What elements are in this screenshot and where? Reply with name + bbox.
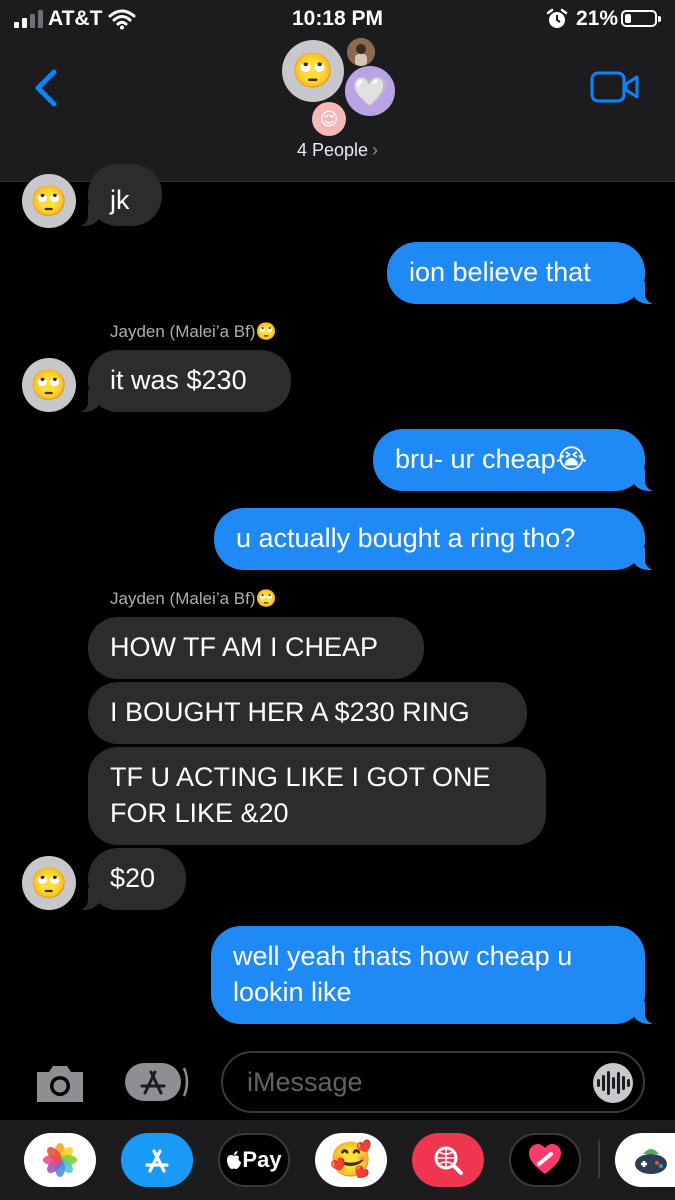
waveform-icon[interactable]: [593, 1063, 633, 1103]
message-text: HOW TF AM I CHEAP: [110, 632, 379, 662]
message-text: it was $230: [110, 365, 247, 395]
drawer-divider: [598, 1140, 600, 1178]
app-store-icon[interactable]: [124, 1062, 190, 1102]
outgoing-message[interactable]: ion believe that: [387, 242, 661, 304]
camera-icon[interactable]: [33, 1062, 87, 1104]
group-avatar-blush: 😌: [312, 102, 346, 136]
facetime-video-icon[interactable]: [590, 70, 640, 104]
message-text: TF U ACTING LIKE I GOT ONE FOR LIKE &20: [110, 762, 491, 828]
message-input-placeholder: iMessage: [247, 1067, 363, 1097]
outgoing-message[interactable]: bru- ur cheap😭: [373, 429, 661, 491]
memoji-face: 🥰: [329, 1141, 373, 1179]
conversation-header: AT&T 10:18 PM 21% 🙄 🤍 😌 4 People ›: [0, 0, 675, 182]
message-text: well yeah thats how cheap u lookin like: [233, 941, 573, 1007]
digital-touch-app-icon[interactable]: [509, 1133, 581, 1187]
sender-name: Jayden (Malei’a Bf)🙄: [110, 322, 277, 341]
battery-icon: [621, 10, 661, 27]
sender-name: Jayden (Malei’a Bf)🙄: [110, 589, 277, 608]
message-text: ion believe that: [409, 257, 591, 287]
back-chevron-icon[interactable]: [28, 66, 68, 110]
web-search-app-icon[interactable]: [412, 1133, 484, 1187]
group-avatar-photo: [347, 38, 375, 66]
app-store-app-icon[interactable]: [121, 1133, 193, 1187]
photos-app-icon[interactable]: [24, 1133, 96, 1187]
incoming-message[interactable]: I BOUGHT HER A $230 RING: [88, 682, 527, 744]
message-text: $20: [110, 863, 156, 893]
status-bar: AT&T 10:18 PM 21%: [0, 0, 675, 40]
group-avatar-main[interactable]: 🙄: [282, 40, 344, 102]
message-text: u actually bought a ring tho?: [236, 523, 576, 553]
apple-logo-icon: [227, 1151, 242, 1169]
incoming-message[interactable]: jk: [72, 164, 162, 226]
participants-label: 4 People: [296, 140, 369, 160]
outgoing-message[interactable]: u actually bought a ring tho?: [214, 508, 661, 570]
message-text: jk: [110, 185, 130, 215]
incoming-message[interactable]: HOW TF AM I CHEAP: [88, 617, 424, 679]
game-pigeon-app-icon[interactable]: [615, 1133, 675, 1187]
sender-avatar[interactable]: 🙄: [22, 856, 76, 910]
chevron-right-icon: ›: [372, 140, 379, 160]
message-text: bru- ur cheap😭: [395, 444, 588, 474]
apple-pay-label: Pay: [242, 1147, 282, 1172]
participants-button[interactable]: 4 People ›: [0, 140, 675, 161]
battery-percentage: 21%: [576, 7, 619, 30]
clock: 10:18 PM: [291, 7, 384, 30]
message-input[interactable]: iMessage: [221, 1051, 645, 1113]
incoming-message[interactable]: TF U ACTING LIKE I GOT ONE FOR LIKE &20: [88, 747, 546, 845]
message-text: I BOUGHT HER A $230 RING: [110, 697, 470, 727]
alarm-icon: [546, 8, 568, 28]
apple-pay-app-icon[interactable]: Pay: [218, 1133, 290, 1187]
outgoing-message[interactable]: well yeah thats how cheap u lookin like: [211, 926, 661, 1024]
group-avatar-heart: 🤍: [345, 66, 395, 116]
sender-avatar[interactable]: 🙄: [22, 358, 76, 412]
incoming-message[interactable]: $20: [72, 848, 186, 910]
incoming-message[interactable]: it was $230: [72, 350, 291, 412]
memoji-app-icon[interactable]: 🥰: [315, 1133, 387, 1187]
sender-avatar[interactable]: 🙄: [22, 174, 76, 228]
